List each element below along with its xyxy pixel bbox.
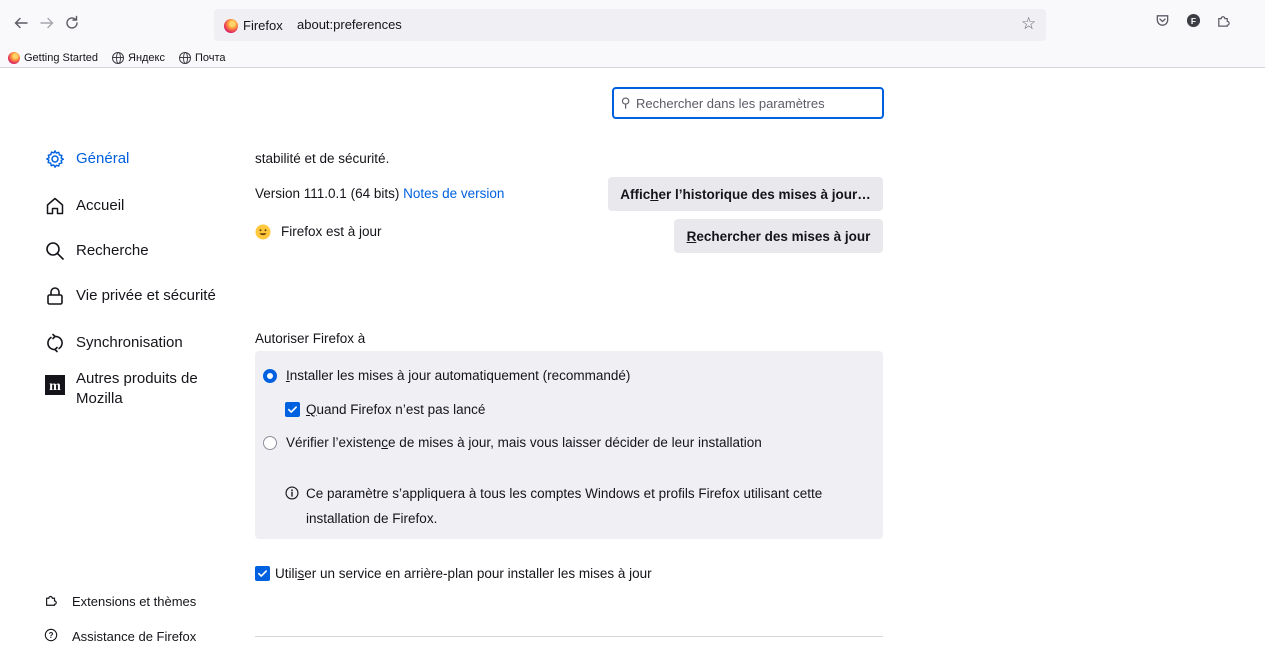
category-label-line1: Autres produits de xyxy=(76,370,198,387)
mozilla-icon: m xyxy=(44,374,66,396)
category-label: Général xyxy=(76,150,130,167)
account-avatar-icon: F xyxy=(1186,13,1201,28)
forward-arrow-icon xyxy=(40,17,54,29)
bookmark-star-icon[interactable]: ☆ xyxy=(1021,14,1036,34)
when-not-running-label[interactable]: Quand Firefox n’est pas lancé xyxy=(306,402,485,417)
category-label-line2: Mozilla xyxy=(76,390,123,407)
button-label-part: Affic xyxy=(620,186,651,202)
label-text: Vérifier l’existen xyxy=(286,435,382,450)
check-only-radio[interactable] xyxy=(263,436,277,450)
version-text: Version 111.0.1 (64 bits) xyxy=(255,186,400,201)
info-text-line2: installation de Firefox. xyxy=(306,511,438,526)
footer-label: Extensions et thèmes xyxy=(72,594,197,609)
button-label-part: echercher des mises à jour xyxy=(696,228,871,244)
reload-icon xyxy=(66,15,78,29)
info-icon xyxy=(285,486,299,505)
pocket-icon xyxy=(1156,15,1169,26)
category-sync[interactable]: Synchronisation xyxy=(44,332,183,354)
svg-text:m: m xyxy=(49,379,61,394)
update-status-text: Firefox est à jour xyxy=(281,224,382,239)
reload-button[interactable] xyxy=(61,12,83,34)
category-general[interactable]: Général xyxy=(44,148,129,170)
background-service-label[interactable]: Utiliser un service en arrière-plan pour… xyxy=(275,566,652,581)
extensions-button[interactable] xyxy=(1216,13,1231,31)
category-label: Autres produits de Mozilla xyxy=(76,368,198,409)
allow-firefox-heading: Autoriser Firefox à xyxy=(255,331,366,346)
bookmark-yandex[interactable]: Яндекс xyxy=(112,51,165,64)
lock-icon xyxy=(44,285,66,307)
update-description-tail: stabilité et de sécurité. xyxy=(255,151,390,166)
info-text-line1: Ce paramètre s’appliquera à tous les com… xyxy=(306,486,823,501)
category-search[interactable]: Recherche xyxy=(44,240,149,262)
release-notes-link[interactable]: Notes de version xyxy=(403,186,504,201)
auto-install-radio[interactable] xyxy=(263,369,277,383)
label-text: er un service en arrière-plan pour insta… xyxy=(304,566,652,581)
back-arrow-icon xyxy=(14,17,28,29)
puzzle-icon xyxy=(1218,16,1230,27)
category-privacy[interactable]: Vie privée et sécurité xyxy=(44,285,216,307)
bookmark-label: Яндекс xyxy=(128,51,165,64)
category-home[interactable]: Accueil xyxy=(44,195,124,217)
button-label-part: er l’historique des mises à jour… xyxy=(658,186,871,202)
search-icon: ⚲ xyxy=(621,95,631,110)
account-button[interactable]: F xyxy=(1186,13,1201,31)
label-text: Utili xyxy=(275,566,298,581)
label-text: uand Firefox n’est pas lancé xyxy=(316,402,486,417)
bookmark-pochta[interactable]: Почта xyxy=(179,51,226,64)
footer-extensions-themes[interactable]: Extensions et thèmes xyxy=(44,593,196,610)
url-text[interactable]: about:preferences xyxy=(297,17,402,32)
puzzle-icon xyxy=(44,593,58,610)
help-icon: ? xyxy=(44,628,58,645)
footer-firefox-support[interactable]: ? Assistance de Firefox xyxy=(44,628,196,645)
search-input[interactable] xyxy=(636,94,876,112)
button-accesskey: h xyxy=(650,186,659,202)
globe-icon xyxy=(179,51,191,64)
navigation-toolbar: Firefox about:preferences ☆ F xyxy=(0,0,1265,48)
category-mozilla-products[interactable]: m Autres produits de Mozilla xyxy=(44,368,198,409)
gear-icon xyxy=(44,148,66,170)
globe-icon xyxy=(112,51,124,64)
label-accesskey: Q xyxy=(306,402,317,417)
firefox-logo-icon xyxy=(224,18,238,33)
home-icon xyxy=(44,195,66,217)
section-divider xyxy=(255,636,883,637)
check-for-updates-button[interactable]: Rechercher des mises à jour xyxy=(674,219,883,253)
category-label: Synchronisation xyxy=(76,334,183,351)
background-service-checkbox[interactable] xyxy=(255,566,270,581)
svg-text:?: ? xyxy=(49,631,54,640)
category-label: Recherche xyxy=(76,242,149,259)
checkmark-icon xyxy=(288,406,297,413)
identity-label: Firefox xyxy=(243,18,283,33)
pocket-button[interactable] xyxy=(1155,13,1170,31)
sync-icon xyxy=(44,332,66,354)
search-icon xyxy=(44,240,66,262)
category-label: Vie privée et sécurité xyxy=(76,287,216,304)
check-only-label[interactable]: Vérifier l’existence de mises à jour, ma… xyxy=(286,435,762,450)
button-accesskey: R xyxy=(686,228,697,244)
auto-install-label[interactable]: Installer les mises à jour automatiqueme… xyxy=(286,368,630,383)
bookmark-label: Getting Started xyxy=(24,51,98,64)
label-text: nstaller les mises à jour automatiquemen… xyxy=(289,368,631,383)
firefox-logo-icon xyxy=(8,51,20,64)
svg-text:F: F xyxy=(1191,16,1196,26)
label-text: e de mises à jour, mais vous laisser déc… xyxy=(388,435,762,450)
version-line: Version 111.0.1 (64 bits) Notes de versi… xyxy=(255,186,504,201)
bookmark-getting-started[interactable]: Getting Started xyxy=(8,51,98,64)
footer-label: Assistance de Firefox xyxy=(72,629,197,644)
url-bar[interactable]: Firefox about:preferences ☆ xyxy=(214,9,1046,41)
preferences-search-box[interactable]: ⚲ xyxy=(612,87,884,119)
back-button[interactable] xyxy=(10,12,32,34)
show-update-history-button[interactable]: Affic h er l’historique des mises à jour… xyxy=(608,177,883,211)
identity-box[interactable]: Firefox xyxy=(224,18,283,33)
category-label: Accueil xyxy=(76,197,125,214)
bookmarks-toolbar: Getting Started Яндекс Почта xyxy=(0,48,1265,68)
smiley-icon xyxy=(255,224,271,245)
checkmark-icon xyxy=(258,570,267,577)
bookmark-label: Почта xyxy=(195,51,226,64)
forward-button[interactable] xyxy=(36,12,58,34)
when-not-running-checkbox[interactable] xyxy=(285,402,300,417)
